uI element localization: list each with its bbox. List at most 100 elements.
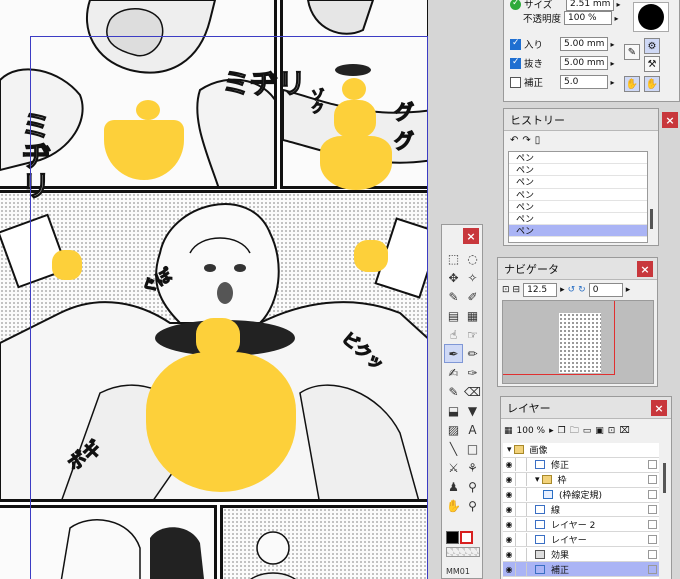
- mask-icon[interactable]: ▣: [595, 426, 604, 436]
- post-correction-icon[interactable]: ✋: [644, 76, 660, 92]
- opacity-arrow[interactable]: ▸: [612, 11, 621, 25]
- rect-select-icon[interactable]: ⬚: [444, 249, 463, 268]
- layer-row[interactable]: ◉ 線: [503, 503, 659, 518]
- layer-lock-cell[interactable]: [516, 503, 527, 516]
- text-icon[interactable]: A: [463, 420, 482, 439]
- transparent-swatch[interactable]: [446, 547, 480, 557]
- sub-color-swatch[interactable]: [460, 531, 473, 544]
- start-input[interactable]: 5.00 mm: [560, 37, 608, 51]
- layer-row[interactable]: ◉ ▾ 枠: [503, 473, 659, 488]
- rotate-right-icon[interactable]: ↻: [578, 285, 586, 295]
- layer-opacity-value[interactable]: 100 %: [517, 426, 546, 436]
- visibility-eye-icon[interactable]: ◉: [503, 562, 516, 576]
- layer-row[interactable]: ▾ 画像: [503, 443, 659, 458]
- zoom-input[interactable]: 12.5: [523, 283, 558, 297]
- start-arrow[interactable]: ▸: [608, 37, 617, 51]
- eraser-icon[interactable]: ⌫: [463, 382, 482, 401]
- undo-icon[interactable]: ↶: [510, 135, 518, 146]
- rotation-arrow[interactable]: ▸: [626, 285, 631, 295]
- history-list[interactable]: ペン ペン ペン ペン ペン ペン ペン: [508, 151, 648, 243]
- line-icon[interactable]: ╲: [444, 439, 463, 458]
- select-pen-icon[interactable]: ✎: [444, 287, 463, 306]
- move-icon[interactable]: ✥: [444, 268, 463, 287]
- end-checkbox[interactable]: [510, 57, 521, 69]
- rotation-input[interactable]: 0: [588, 283, 623, 297]
- layer-row[interactable]: ◉ レイヤー: [503, 532, 659, 548]
- folder-expand-icon[interactable]: ▾: [507, 445, 512, 455]
- zoom-reset-icon[interactable]: ⊟: [513, 285, 521, 295]
- start-checkbox[interactable]: [510, 38, 521, 50]
- airbrush-icon[interactable]: ✎: [444, 382, 463, 401]
- blend-mode-icon[interactable]: ▦: [504, 426, 513, 436]
- layer-lock-cell[interactable]: [516, 488, 527, 502]
- layer-row[interactable]: ◉ レイヤー 2: [503, 517, 659, 533]
- correction-input[interactable]: 5.0: [560, 75, 608, 89]
- select-erase-icon[interactable]: ✐: [463, 287, 482, 306]
- gradient-icon[interactable]: ▨: [444, 420, 463, 439]
- folder-expand-icon[interactable]: ▾: [535, 475, 540, 485]
- close-icon[interactable]: ×: [463, 228, 479, 244]
- magic-wand-icon[interactable]: ✧: [463, 268, 482, 287]
- close-icon[interactable]: ×: [662, 112, 678, 128]
- visibility-eye-icon[interactable]: ◉: [503, 503, 516, 516]
- layer-scrollbar[interactable]: [661, 443, 669, 579]
- layer-lock-cell[interactable]: [516, 517, 527, 531]
- drawing-canvas[interactable]: ミヂリ ミヂリ ゾク ググ ぐぽ ビクッ ボギ: [0, 0, 428, 579]
- fade-icon[interactable]: ⚒: [644, 56, 660, 72]
- visibility-eye-icon[interactable]: ◉: [503, 473, 516, 487]
- lasso-icon[interactable]: ◌: [463, 249, 482, 268]
- object-icon[interactable]: ☞: [463, 325, 482, 344]
- pen-icon[interactable]: ✒: [444, 344, 463, 363]
- fill-icon[interactable]: ▼: [463, 401, 482, 420]
- layer-lock-icon[interactable]: ⊡: [608, 426, 616, 436]
- end-arrow[interactable]: ▸: [608, 56, 617, 70]
- close-icon[interactable]: ×: [651, 400, 667, 416]
- blend-icon[interactable]: ⬓: [444, 401, 463, 420]
- layer-list[interactable]: ▾ 画像 ◉ 修正 ◉ ▾ 枠 ◉ (枠線定規) ◉ 線 ◉ レイヤー 2 ◉ レイヤー ◉ 効果 ◉ 補正: [503, 443, 659, 579]
- zoom-fit-icon[interactable]: ⊡: [502, 285, 510, 295]
- zoom-icon[interactable]: ⚲: [463, 496, 482, 515]
- layer-scroll-thumb[interactable]: [663, 463, 666, 493]
- visibility-eye-icon[interactable]: ◉: [503, 532, 516, 546]
- pencil-icon[interactable]: ✏: [463, 344, 482, 363]
- pressure-settings-icon[interactable]: ⚙: [644, 38, 660, 54]
- navigator-preview[interactable]: [502, 300, 654, 384]
- marker-icon[interactable]: ✑: [463, 363, 482, 382]
- frame-cut-icon[interactable]: ▦: [463, 306, 482, 325]
- redo-icon[interactable]: ↷: [522, 135, 530, 146]
- history-menu-icon[interactable]: ▯: [535, 135, 541, 146]
- correction-arrow[interactable]: ▸: [608, 75, 617, 89]
- history-scrollbar[interactable]: [648, 151, 656, 243]
- ruler-icon[interactable]: ⚔: [444, 458, 463, 477]
- layer-row[interactable]: ◉ 補正: [503, 562, 659, 578]
- layer-lock-cell[interactable]: [516, 532, 527, 546]
- layer-row[interactable]: ◉ (枠線定規): [503, 488, 659, 503]
- visibility-eye-icon[interactable]: ◉: [503, 547, 516, 561]
- layer-move-icon[interactable]: ☝: [444, 325, 463, 344]
- opacity-input[interactable]: 100 %: [564, 11, 612, 25]
- pressure-icon[interactable]: ✎: [624, 44, 640, 60]
- new-layer-icon[interactable]: ❐: [558, 426, 566, 436]
- hand-icon[interactable]: ✋: [444, 496, 463, 515]
- navigator-view-frame[interactable]: [503, 301, 615, 375]
- history-item[interactable]: ペン: [509, 225, 647, 238]
- layer-lock-cell[interactable]: [516, 562, 527, 576]
- zoom-arrow[interactable]: ▸: [560, 285, 565, 295]
- eyedropper-icon[interactable]: ⚲: [463, 477, 482, 496]
- history-scroll-thumb[interactable]: [650, 209, 653, 229]
- layer-row[interactable]: ◉ 効果: [503, 547, 659, 563]
- frame-icon[interactable]: ▤: [444, 306, 463, 325]
- correction-checkbox[interactable]: [510, 76, 521, 88]
- shape-icon[interactable]: □: [463, 439, 482, 458]
- delete-layer-icon[interactable]: ⌧: [619, 426, 629, 436]
- brush-icon[interactable]: ✍: [444, 363, 463, 382]
- effect-line-icon[interactable]: ⚘: [463, 458, 482, 477]
- close-icon[interactable]: ×: [637, 261, 653, 277]
- visibility-eye-icon[interactable]: ◉: [503, 488, 516, 502]
- rotate-left-icon[interactable]: ↺: [568, 285, 576, 295]
- main-color-swatch[interactable]: [446, 531, 459, 544]
- layer-lock-cell[interactable]: [516, 458, 527, 472]
- layer-row[interactable]: ◉ 修正: [503, 458, 659, 473]
- visibility-eye-icon[interactable]: ◉: [503, 458, 516, 472]
- layer-lock-cell[interactable]: [516, 547, 527, 561]
